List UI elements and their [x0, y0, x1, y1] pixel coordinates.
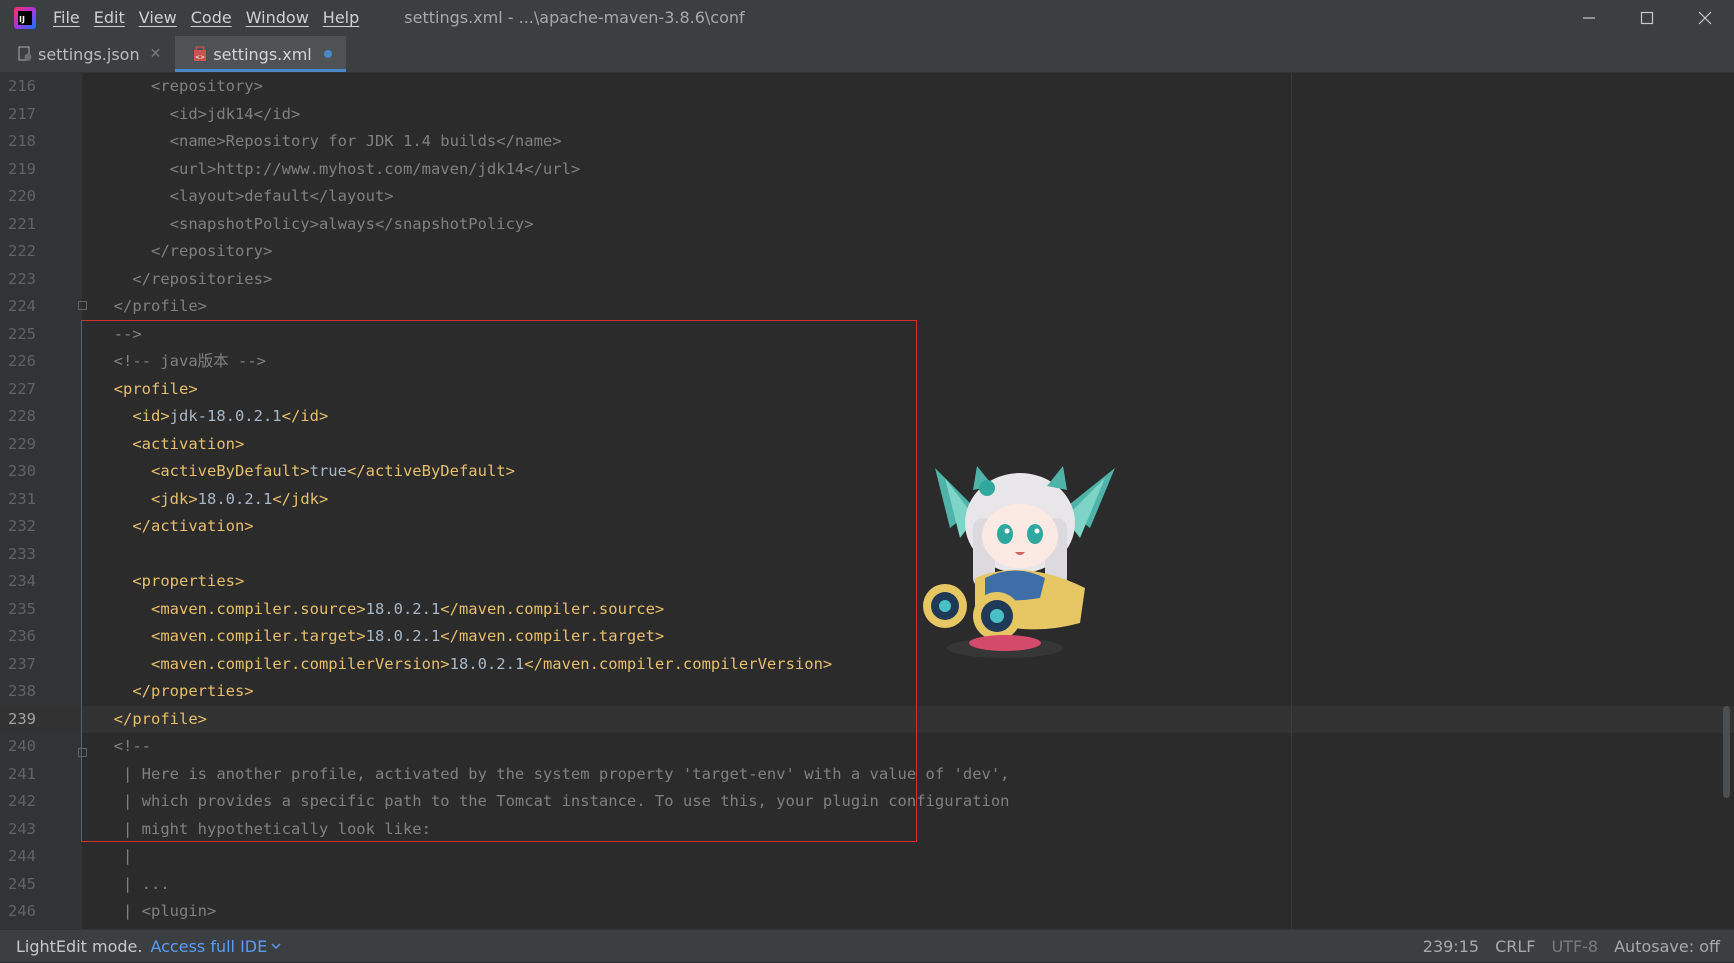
line-number: 231	[8, 489, 36, 508]
line-number: 226	[8, 352, 36, 370]
right-margin-guide	[1291, 73, 1292, 929]
line-number: 245	[8, 874, 36, 893]
line-number: 240	[8, 737, 36, 755]
line-number: 221	[8, 214, 36, 233]
line-number: 236	[8, 627, 36, 645]
file-encoding[interactable]: UTF-8	[1551, 937, 1598, 956]
line-number: 242	[8, 792, 36, 810]
lightedit-mode-label: LightEdit mode.	[16, 936, 143, 956]
json-file-icon	[18, 46, 32, 62]
code-text: <name>Repository for JDK 1.4 builds</nam…	[95, 132, 562, 150]
line-number: 229	[8, 434, 36, 453]
mascot-character-image	[923, 466, 1115, 658]
line-number: 243	[8, 819, 36, 838]
code-text: <snapshotPolicy>always</snapshotPolicy>	[95, 214, 534, 233]
code-text: </repositories>	[95, 269, 273, 288]
window-title: settings.xml - ...\apache-maven-3.8.6\co…	[404, 8, 745, 27]
code-text: <url>http://www.myhost.com/maven/jdk14</…	[95, 159, 581, 178]
code-line[interactable]: 245 | ...	[0, 871, 1734, 899]
menu-edit[interactable]: Edit	[87, 0, 132, 36]
tab-settings-json[interactable]: settings.json ✕	[0, 36, 175, 72]
code-text: | <plugin>	[95, 902, 217, 920]
minimize-button[interactable]	[1560, 0, 1618, 36]
status-right-group: 239:15 CRLF UTF-8 Autosave: off	[1407, 930, 1720, 963]
intellij-logo-icon: IJ	[14, 7, 36, 29]
menu-view[interactable]: View	[132, 0, 184, 36]
access-full-ide-label: Access full IDE	[150, 936, 268, 956]
modified-indicator	[323, 50, 332, 58]
line-number: 241	[8, 764, 36, 783]
code-line[interactable]: 220 <layout>default</layout>	[0, 183, 1734, 211]
code-text: <id>jdk14</id>	[95, 104, 301, 123]
line-number: 225	[8, 324, 36, 343]
code-text: <repository>	[95, 77, 263, 95]
code-line[interactable]: 217 <id>jdk14</id>	[0, 101, 1734, 129]
autosave-status[interactable]: Autosave: off	[1614, 937, 1720, 956]
status-bar: LightEdit mode. Access full IDE 239:15 C…	[0, 929, 1734, 962]
code-editor[interactable]: 216 <repository> 217 <id>jdk14</id> 218 <n…	[0, 73, 1734, 929]
line-number: 220	[8, 187, 36, 205]
line-number: 234	[8, 572, 36, 590]
tab-settings-xml[interactable]: <> settings.xml	[175, 36, 347, 72]
menu-window[interactable]: Window	[239, 0, 316, 36]
xml-file-icon: <>	[193, 46, 207, 62]
code-text: |	[95, 847, 133, 865]
line-number: 233	[8, 544, 36, 563]
line-number: 239	[8, 709, 36, 728]
code-line[interactable]: 216 <repository>	[0, 73, 1734, 101]
vertical-scrollbar[interactable]	[1723, 706, 1730, 798]
menu-file[interactable]: File	[46, 0, 87, 36]
line-number: 237	[8, 654, 36, 673]
line-number: 217	[8, 104, 36, 123]
code-text: </repository>	[95, 242, 273, 260]
code-text: | ...	[95, 874, 170, 893]
menu-bar: File Edit View Code Window Help	[46, 0, 366, 36]
line-number: 222	[8, 242, 36, 260]
code-line[interactable]: 219 <url>http://www.myhost.com/maven/jdk…	[0, 156, 1734, 184]
line-number: 219	[8, 159, 36, 178]
line-number: 223	[8, 269, 36, 288]
tab-label: settings.xml	[213, 44, 312, 64]
code-text: <layout>default</layout>	[95, 187, 394, 205]
title-bar: IJ File Edit View Code Window Help setti…	[0, 0, 1734, 36]
line-separator[interactable]: CRLF	[1495, 937, 1535, 956]
line-number: 218	[8, 132, 36, 150]
line-number: 246	[8, 902, 36, 920]
access-full-ide-link[interactable]: Access full IDE	[150, 937, 282, 956]
code-line[interactable]: 221 <snapshotPolicy>always</snapshotPoli…	[0, 211, 1734, 239]
line-number: 216	[8, 77, 36, 95]
line-number: 235	[8, 599, 36, 618]
code-line[interactable]: 222 </repository>	[0, 238, 1734, 266]
line-number: 230	[8, 462, 36, 480]
line-number: 227	[8, 379, 36, 398]
line-number: 228	[8, 407, 36, 425]
line-number: 244	[8, 847, 36, 865]
code-line[interactable]: 244 |	[0, 843, 1734, 871]
menu-help[interactable]: Help	[316, 0, 366, 36]
maximize-icon	[1640, 11, 1654, 25]
svg-text:<>: <>	[195, 54, 205, 61]
annotation-highlight-box	[81, 320, 917, 842]
window-controls	[1560, 0, 1734, 36]
code-line[interactable]: 218 <name>Repository for JDK 1.4 builds<…	[0, 128, 1734, 156]
chevron-down-icon	[271, 943, 281, 950]
maximize-button[interactable]	[1618, 0, 1676, 36]
line-number: 224	[8, 297, 36, 315]
code-line[interactable]: 223 </repositories>	[0, 266, 1734, 294]
menu-code[interactable]: Code	[184, 0, 239, 36]
line-number: 232	[8, 517, 36, 535]
code-line[interactable]: 246 | <plugin>	[0, 898, 1734, 926]
tab-label: settings.json	[38, 44, 140, 64]
close-window-button[interactable]	[1676, 0, 1734, 36]
editor-tab-bar: settings.json ✕ <> settings.xml	[0, 36, 1734, 73]
line-number: 238	[8, 682, 36, 700]
fold-marker-icon[interactable]	[78, 301, 87, 310]
minimize-icon	[1583, 17, 1595, 19]
caret-position[interactable]: 239:15	[1423, 937, 1479, 956]
code-text: </profile>	[95, 297, 207, 315]
code-line[interactable]: 224 </profile>	[0, 293, 1734, 321]
tab-close-icon[interactable]: ✕	[150, 46, 162, 62]
close-icon	[1698, 11, 1712, 25]
